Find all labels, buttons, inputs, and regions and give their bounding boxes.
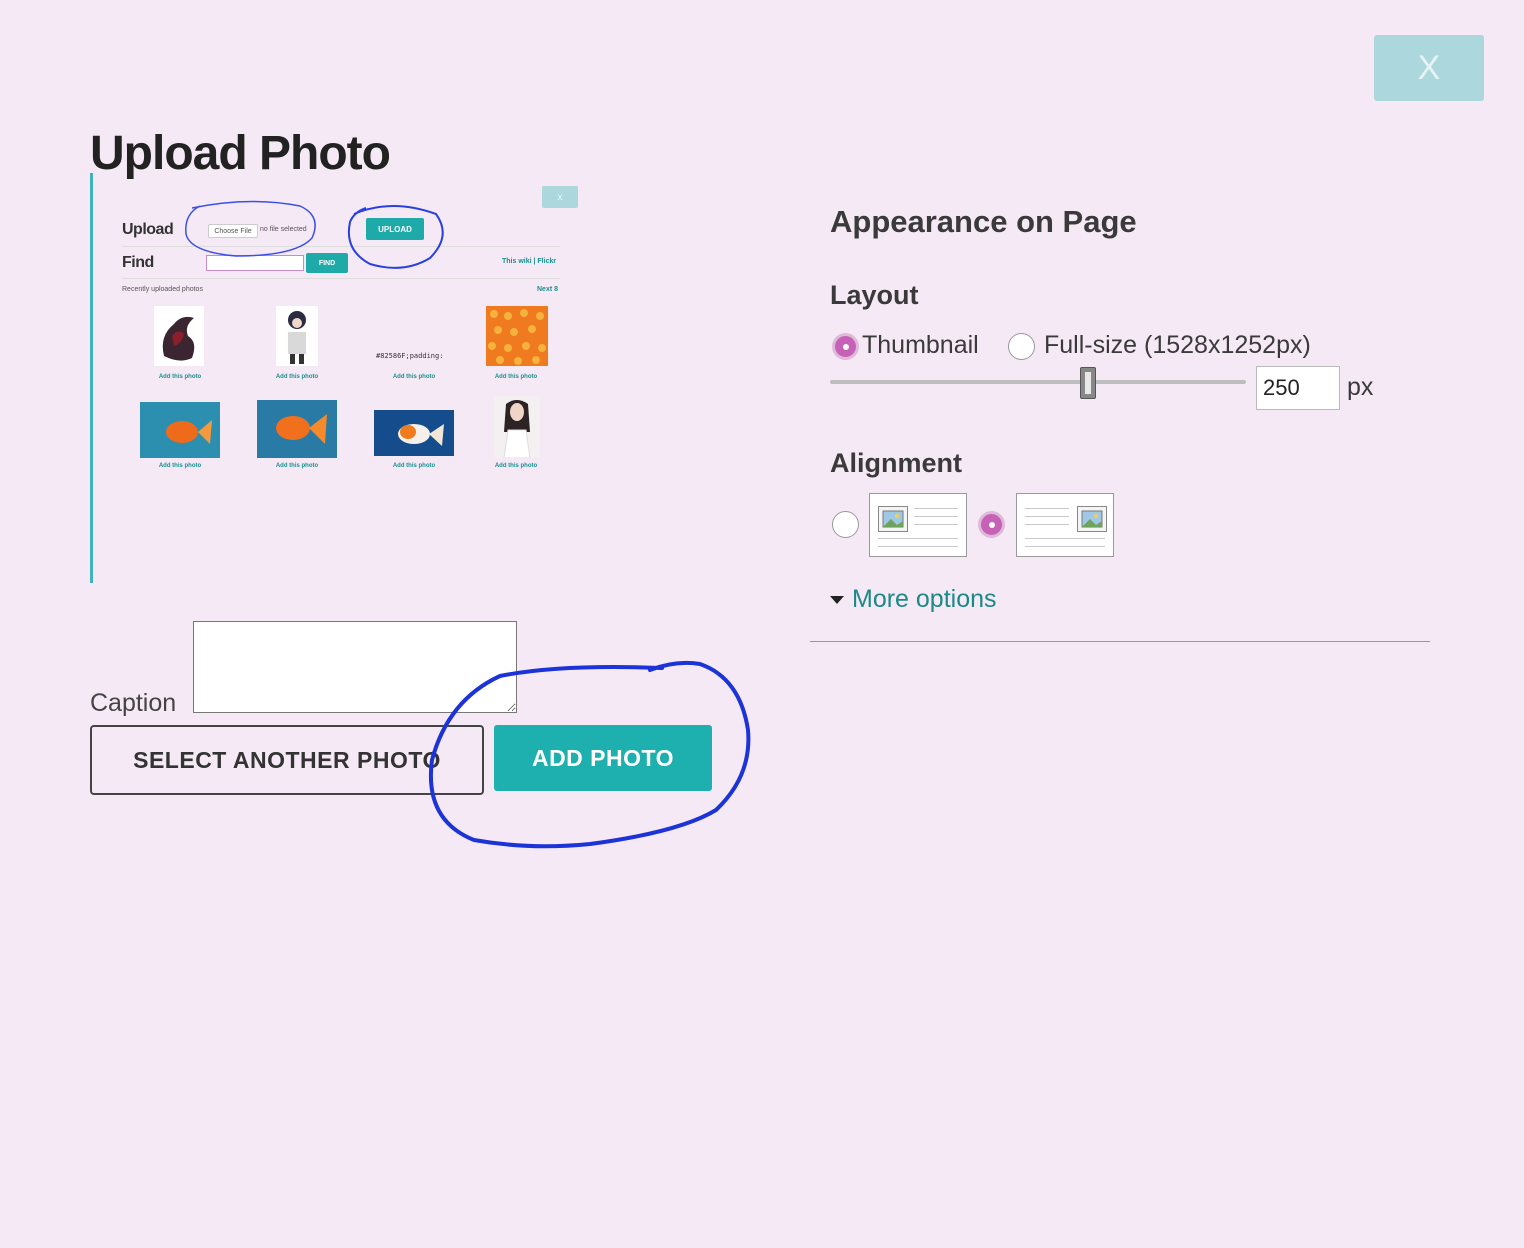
add-this-photo-link: Add this photo bbox=[494, 374, 538, 380]
layout-fullsize-radio[interactable] bbox=[1008, 333, 1035, 360]
align-left-image[interactable] bbox=[869, 493, 967, 557]
size-slider-track[interactable] bbox=[830, 380, 1246, 384]
size-slider-handle[interactable] bbox=[1080, 367, 1096, 399]
image-icon bbox=[1081, 510, 1103, 528]
more-options-label: More options bbox=[852, 585, 997, 613]
add-this-photo-link: Add this photo bbox=[392, 374, 436, 380]
layout-heading: Layout bbox=[830, 280, 919, 310]
preview-next-link: Next 8 bbox=[537, 286, 559, 293]
goldfish-thumbnail bbox=[257, 400, 337, 458]
size-unit: px bbox=[1347, 373, 1374, 401]
preview-choose-file: Choose File bbox=[208, 224, 258, 238]
add-this-photo-link: Add this photo bbox=[392, 463, 436, 469]
caret-down-icon bbox=[830, 595, 844, 604]
close-icon: X bbox=[1417, 48, 1441, 87]
preview-find-button: FIND bbox=[306, 253, 348, 273]
align-left-radio[interactable] bbox=[832, 511, 859, 538]
preview-divider bbox=[122, 246, 560, 247]
preview-find-heading: Find bbox=[122, 254, 154, 271]
goldfish-thumbnail bbox=[374, 410, 454, 456]
preview-code-snippet: #82586F;padding: bbox=[376, 352, 444, 360]
preview-upload-heading: Upload bbox=[122, 221, 174, 238]
panel-divider bbox=[810, 641, 1430, 642]
align-right-radio[interactable] bbox=[978, 511, 1005, 538]
page-title: Upload Photo bbox=[90, 127, 391, 180]
image-icon bbox=[882, 510, 904, 528]
add-this-photo-link: Add this photo bbox=[275, 374, 319, 380]
add-this-photo-link: Add this photo bbox=[158, 374, 202, 380]
appearance-title: Appearance on Page bbox=[830, 204, 1137, 239]
size-input[interactable] bbox=[1256, 366, 1340, 410]
goldfish-thumbnail bbox=[140, 402, 220, 458]
add-photo-button[interactable]: ADD PHOTO bbox=[494, 725, 712, 791]
more-options-toggle[interactable]: More options bbox=[830, 585, 997, 614]
preview-recent-label: Recently uploaded photos bbox=[122, 286, 203, 293]
preview-divider bbox=[122, 278, 560, 279]
caption-label: Caption bbox=[90, 689, 177, 717]
caption-input[interactable] bbox=[193, 621, 517, 713]
preview-no-file-text: no file selected bbox=[260, 226, 307, 233]
alignment-heading: Alignment bbox=[830, 448, 962, 478]
preview-close-icon: x bbox=[542, 186, 578, 208]
preview-border bbox=[90, 173, 93, 583]
girl-thumbnail bbox=[276, 306, 318, 366]
close-button[interactable]: X bbox=[1374, 35, 1484, 101]
pattern-thumbnail bbox=[486, 306, 548, 366]
layout-fullsize-label[interactable]: Full-size (1528x1252px) bbox=[1044, 331, 1311, 360]
layout-thumbnail-radio[interactable] bbox=[832, 333, 859, 360]
photo-preview: x Upload Choose File no file selected UP… bbox=[108, 180, 588, 480]
add-this-photo-link: Add this photo bbox=[158, 463, 202, 469]
preview-find-input bbox=[206, 255, 304, 271]
preview-source-links: This wiki | Flickr bbox=[502, 258, 557, 265]
dragon-thumbnail bbox=[154, 306, 204, 366]
add-this-photo-link: Add this photo bbox=[275, 463, 319, 469]
layout-thumbnail-label[interactable]: Thumbnail bbox=[862, 331, 979, 360]
align-right-image[interactable] bbox=[1016, 493, 1114, 557]
select-another-photo-button[interactable]: SELECT ANOTHER PHOTO bbox=[90, 725, 484, 795]
preview-upload-button: UPLOAD bbox=[366, 218, 424, 240]
woman-thumbnail bbox=[494, 396, 540, 458]
add-this-photo-link: Add this photo bbox=[494, 463, 538, 469]
